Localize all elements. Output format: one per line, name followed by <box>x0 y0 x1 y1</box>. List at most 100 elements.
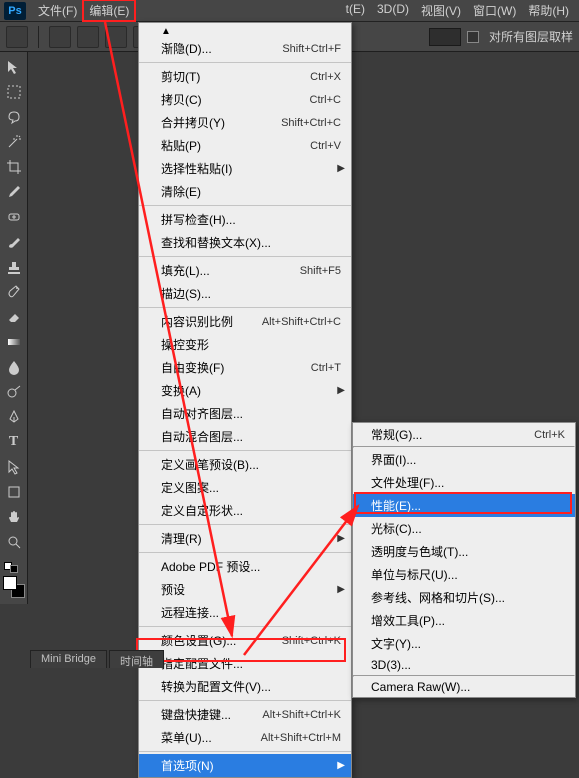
color-swatches[interactable] <box>0 558 27 602</box>
menu-partial[interactable]: t(E) <box>340 0 371 21</box>
edit-menu-item[interactable]: 拷贝(C)Ctrl+C <box>139 88 351 111</box>
shape-tool-icon[interactable] <box>2 480 26 504</box>
menu-item-label: 变换(A) <box>161 382 341 399</box>
blur-tool-icon[interactable] <box>2 355 26 379</box>
edit-menu-item[interactable]: 清理(R)▶ <box>139 527 351 550</box>
dropdown-scroll-up[interactable]: ▲ <box>139 23 351 37</box>
prefs-menu-item[interactable]: 常规(G)...Ctrl+K <box>353 423 575 446</box>
edit-menu-item[interactable]: 键盘快捷键...Alt+Shift+Ctrl+K <box>139 703 351 726</box>
active-tool-indicator[interactable] <box>6 26 28 48</box>
dodge-tool-icon[interactable] <box>2 380 26 404</box>
menu-separator <box>139 450 351 451</box>
selection-mode-sub[interactable] <box>105 26 127 48</box>
edit-menu-item[interactable]: 自由变换(F)Ctrl+T <box>139 356 351 379</box>
edit-menu-item[interactable]: 首选项(N)▶ <box>139 754 351 777</box>
edit-menu-item[interactable]: 拼写检查(H)... <box>139 208 351 231</box>
menu-help[interactable]: 帮助(H) <box>522 0 575 21</box>
prefs-menu-item[interactable]: 增效工具(P)... <box>353 609 575 632</box>
lasso-tool-icon[interactable] <box>2 105 26 129</box>
prefs-menu-item[interactable]: 文件处理(F)... <box>353 471 575 494</box>
menu-window[interactable]: 窗口(W) <box>467 0 522 21</box>
edit-menu-item[interactable]: 粘贴(P)Ctrl+V <box>139 134 351 157</box>
menu-item-label: 内容识别比例 <box>161 313 262 330</box>
edit-menu-item[interactable]: 查找和替换文本(X)... <box>139 231 351 254</box>
edit-menu-item[interactable]: 选择性粘贴(I)▶ <box>139 157 351 180</box>
hand-tool-icon[interactable] <box>2 505 26 529</box>
edit-menu-item[interactable]: 清除(E) <box>139 180 351 203</box>
menu-separator <box>139 626 351 627</box>
menu-item-label: 常规(G)... <box>371 426 534 443</box>
prefs-menu-item[interactable]: 参考线、网格和切片(S)... <box>353 586 575 609</box>
sample-all-layers-label: 对所有图层取样 <box>489 28 573 45</box>
menu-item-label: 查找和替换文本(X)... <box>161 234 341 251</box>
edit-menu-item[interactable]: 定义图案... <box>139 476 351 499</box>
sample-all-layers-checkbox[interactable] <box>467 31 479 43</box>
menu-item-shortcut: Ctrl+X <box>310 71 341 83</box>
menu-item-label: 粘贴(P) <box>161 137 310 154</box>
selection-mode-new[interactable] <box>49 26 71 48</box>
menu-item-label: Camera Raw(W)... <box>371 680 565 694</box>
prefs-menu-item[interactable]: 界面(I)... <box>353 448 575 471</box>
gradient-tool-icon[interactable] <box>2 330 26 354</box>
prefs-menu-item[interactable]: Camera Raw(W)... <box>353 677 575 697</box>
prefs-menu-item[interactable]: 光标(C)... <box>353 517 575 540</box>
edit-menu-item[interactable]: 定义自定形状... <box>139 499 351 522</box>
ps-logo: Ps <box>4 2 26 20</box>
menu-separator <box>139 524 351 525</box>
prefs-menu-item[interactable]: 性能(E)... <box>353 494 575 517</box>
wand-tool-icon[interactable] <box>2 130 26 154</box>
move-tool-icon[interactable] <box>2 55 26 79</box>
stamp-tool-icon[interactable] <box>2 255 26 279</box>
brush-tool-icon[interactable] <box>2 230 26 254</box>
selection-mode-add[interactable] <box>77 26 99 48</box>
edit-menu-item[interactable]: 远程连接... <box>139 601 351 624</box>
edit-menu-item[interactable]: 合并拷贝(Y)Shift+Ctrl+C <box>139 111 351 134</box>
option-field[interactable] <box>429 28 461 46</box>
menu-separator <box>139 307 351 308</box>
tab-mini-bridge[interactable]: Mini Bridge <box>30 650 107 668</box>
type-tool-icon[interactable]: T <box>2 430 26 454</box>
prefs-menu-item[interactable]: 透明度与色域(T)... <box>353 540 575 563</box>
menu-item-label: 3D(3)... <box>371 658 565 672</box>
edit-menu-item[interactable]: 剪切(T)Ctrl+X <box>139 65 351 88</box>
edit-menu-item[interactable]: 预设▶ <box>139 578 351 601</box>
eyedropper-tool-icon[interactable] <box>2 180 26 204</box>
edit-menu-item[interactable]: Adobe PDF 预设... <box>139 555 351 578</box>
menu-item-label: 选择性粘贴(I) <box>161 160 341 177</box>
menu-item-label: 参考线、网格和切片(S)... <box>371 589 565 606</box>
edit-menu-item[interactable]: 填充(L)...Shift+F5 <box>139 259 351 282</box>
tab-timeline[interactable]: 时间轴 <box>109 650 164 668</box>
edit-menu-item[interactable]: 内容识别比例Alt+Shift+Ctrl+C <box>139 310 351 333</box>
submenu-arrow-icon: ▶ <box>337 385 345 396</box>
edit-menu-item[interactable]: 渐隐(D)...Shift+Ctrl+F <box>139 37 351 60</box>
menu-file[interactable]: 文件(F) <box>32 0 83 21</box>
menu-item-label: 合并拷贝(Y) <box>161 114 281 131</box>
prefs-menu-item[interactable]: 单位与标尺(U)... <box>353 563 575 586</box>
edit-menu-item[interactable]: 描边(S)... <box>139 282 351 305</box>
edit-menu-item[interactable]: 定义画笔预设(B)... <box>139 453 351 476</box>
edit-menu-item[interactable]: 变换(A)▶ <box>139 379 351 402</box>
edit-menu-item[interactable]: 自动对齐图层... <box>139 402 351 425</box>
history-brush-tool-icon[interactable] <box>2 280 26 304</box>
edit-menu-item[interactable]: 操控变形 <box>139 333 351 356</box>
prefs-menu-item[interactable]: 文字(Y)... <box>353 632 575 655</box>
prefs-menu-item[interactable]: 3D(3)... <box>353 655 575 675</box>
menu-item-label: 自由变换(F) <box>161 359 311 376</box>
edit-menu-item[interactable]: 颜色设置(G)...Shift+Ctrl+K <box>139 629 351 652</box>
menu-view[interactable]: 视图(V) <box>415 0 467 21</box>
edit-menu-item[interactable]: 指定配置文件... <box>139 652 351 675</box>
eraser-tool-icon[interactable] <box>2 305 26 329</box>
marquee-tool-icon[interactable] <box>2 80 26 104</box>
crop-tool-icon[interactable] <box>2 155 26 179</box>
edit-menu-item[interactable]: 菜单(U)...Alt+Shift+Ctrl+M <box>139 726 351 749</box>
menu-3d[interactable]: 3D(D) <box>371 0 415 21</box>
path-select-tool-icon[interactable] <box>2 455 26 479</box>
edit-menu-item[interactable]: 转换为配置文件(V)... <box>139 675 351 698</box>
menu-edit[interactable]: 编辑(E) <box>83 0 135 21</box>
pen-tool-icon[interactable] <box>2 405 26 429</box>
edit-menu-item[interactable]: 自动混合图层... <box>139 425 351 448</box>
swap-default-colors-icon[interactable] <box>4 562 24 574</box>
foreground-color-swatch[interactable] <box>3 576 17 590</box>
healing-tool-icon[interactable] <box>2 205 26 229</box>
zoom-tool-icon[interactable] <box>2 530 26 554</box>
